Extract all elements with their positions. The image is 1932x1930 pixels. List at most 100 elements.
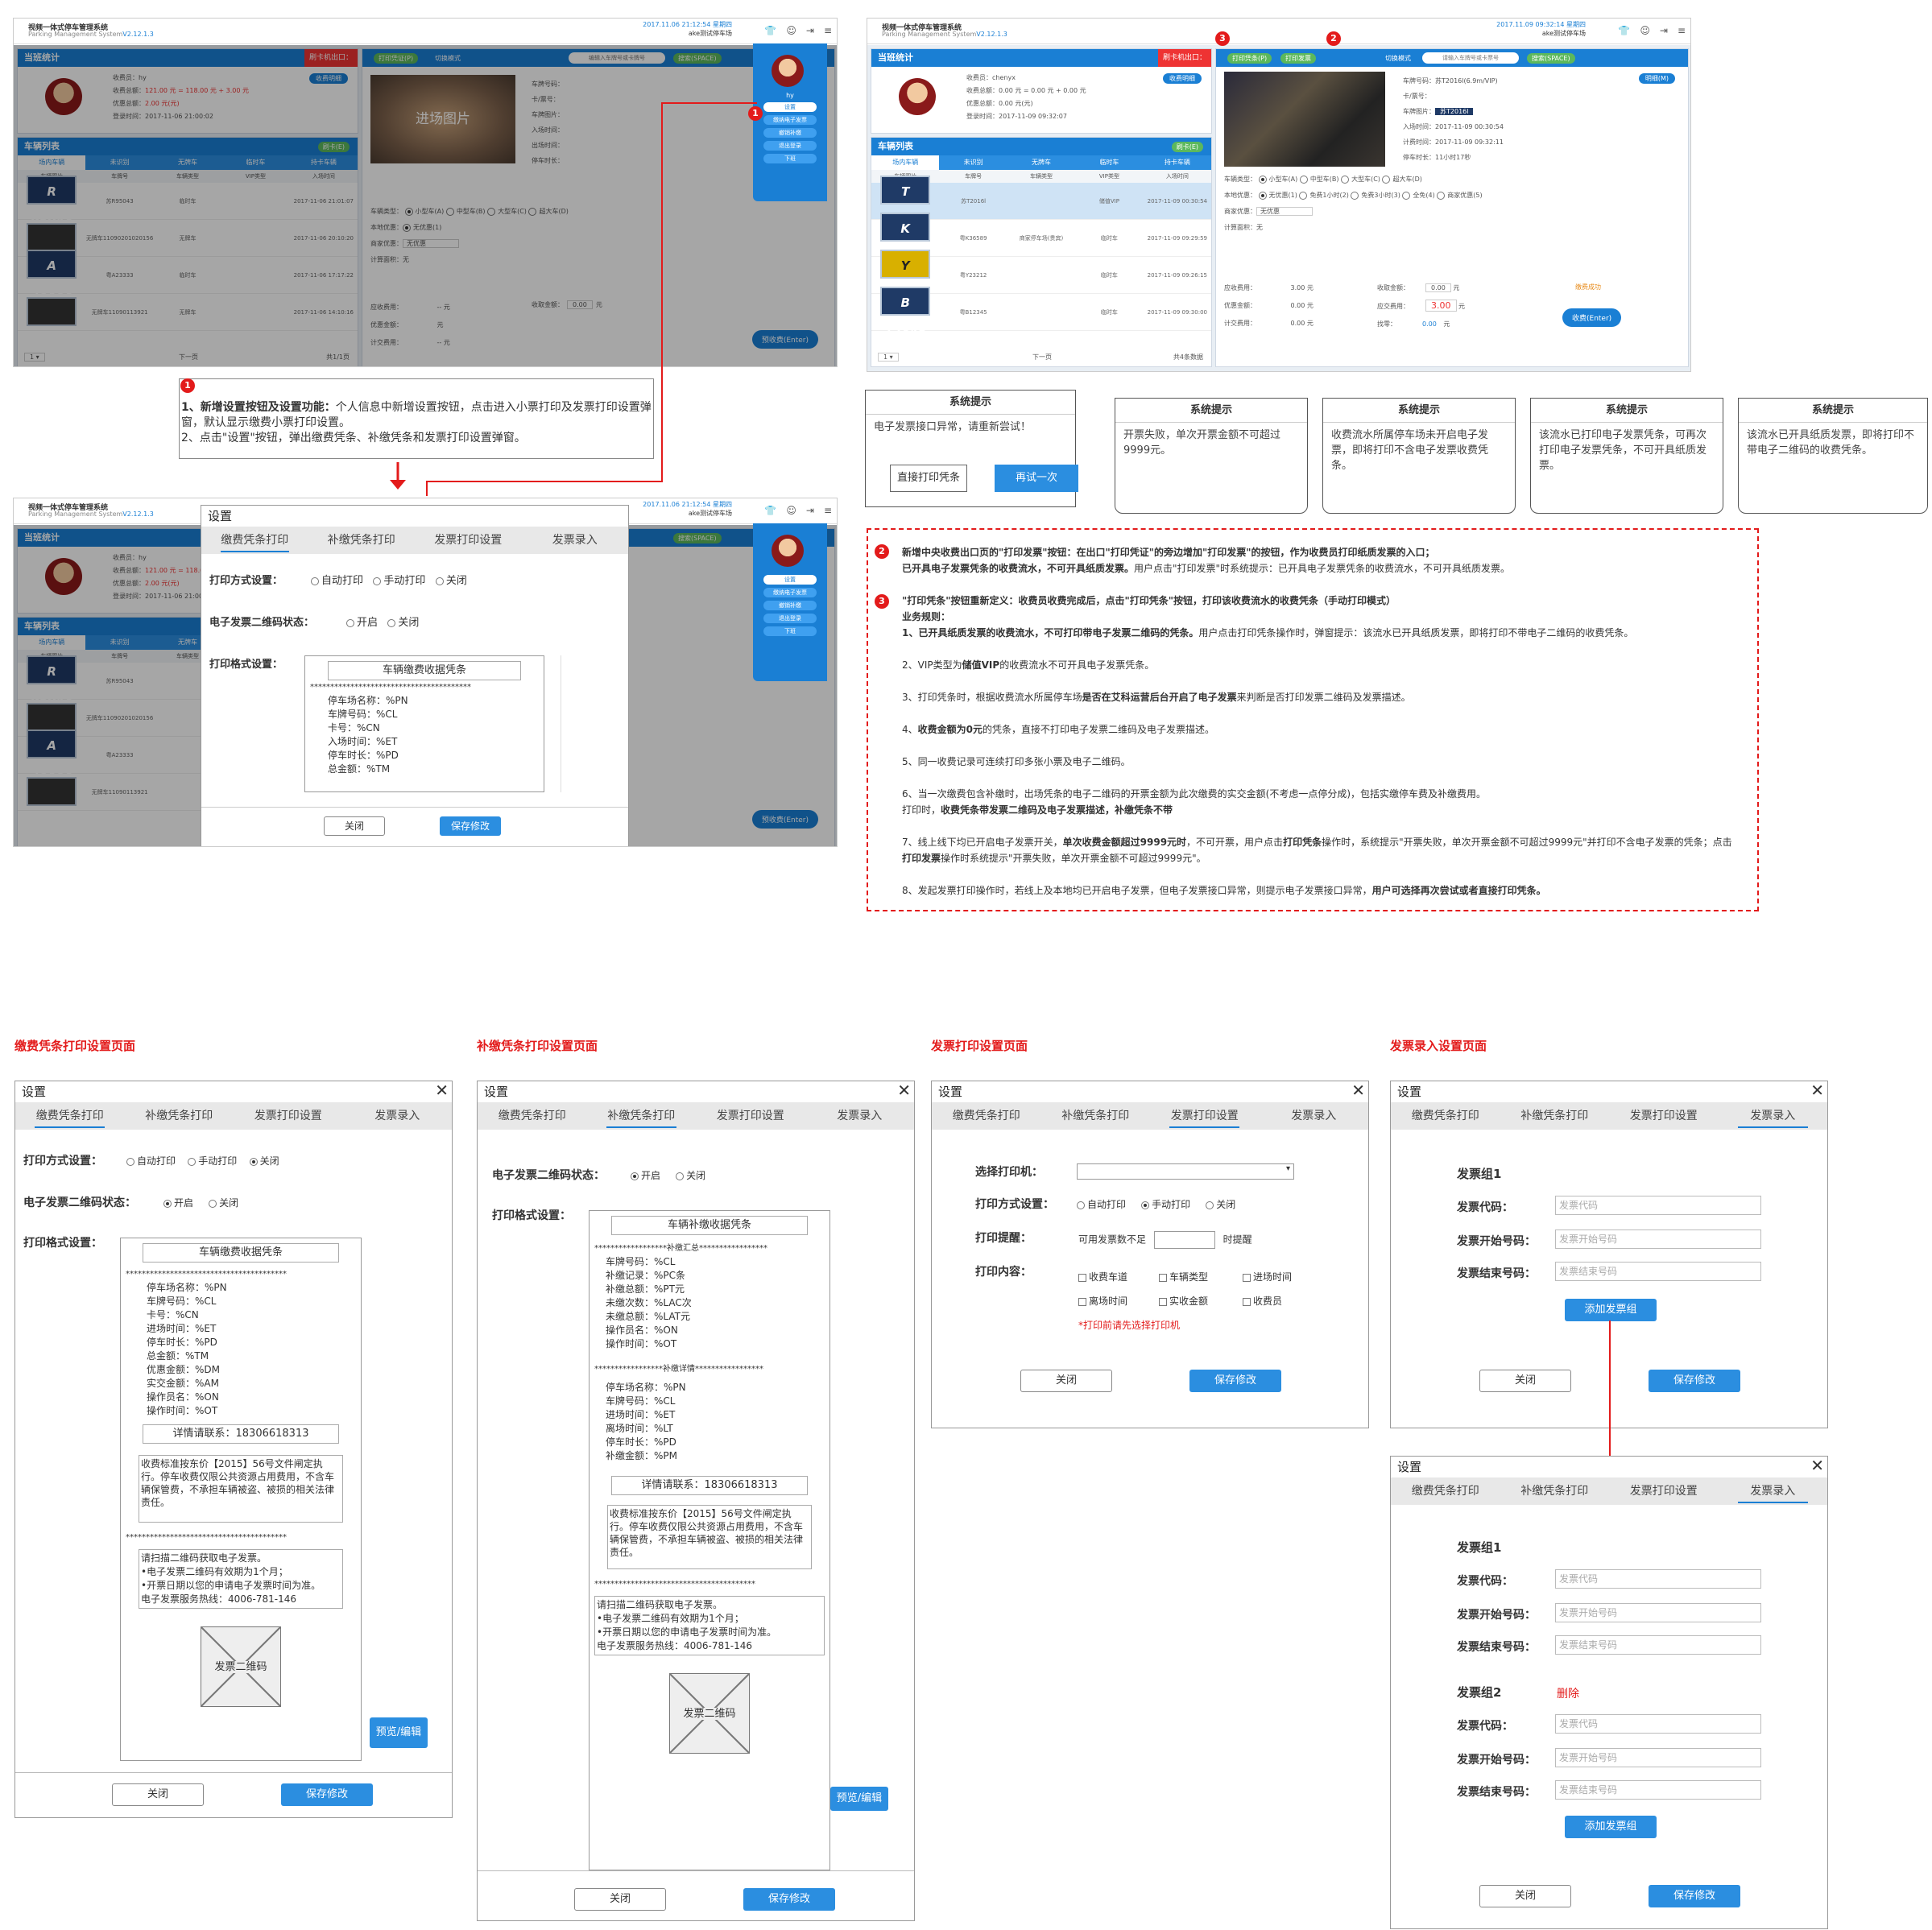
close-icon[interactable]: ✕ <box>1351 1080 1365 1101</box>
tab-invoice-print[interactable]: 发票打印设置 <box>1150 1102 1260 1130</box>
menu-off-duty[interactable]: 下班 <box>763 626 817 636</box>
close-icon[interactable]: ✕ <box>897 1080 911 1101</box>
add-group-button[interactable]: 添加发票组 <box>1565 1299 1657 1321</box>
tab-invoice-print[interactable]: 发票打印设置 <box>1609 1477 1719 1505</box>
close-button[interactable]: 关闭 <box>1479 1885 1571 1907</box>
tab-invoice-entry[interactable]: 发票录入 <box>522 527 629 554</box>
close-icon[interactable]: ✕ <box>1810 1455 1824 1476</box>
start-input-2[interactable]: 发票开始号码 <box>1555 1748 1761 1767</box>
tab-unrecognized[interactable]: 未识别 <box>939 155 1007 170</box>
close-button[interactable]: 关闭 <box>112 1783 204 1806</box>
charge-button[interactable]: 收费(Enter) <box>1562 308 1622 327</box>
tab-payment-receipt[interactable]: 缴费凭条打印 <box>1391 1102 1500 1130</box>
print-invoice-button[interactable]: 打印发票 <box>1280 53 1316 64</box>
shirt-icon[interactable]: 👕 <box>1618 25 1630 36</box>
radio-large[interactable] <box>1341 175 1350 184</box>
remind-input[interactable] <box>1153 1231 1215 1249</box>
tab-invoice-print[interactable]: 发票打印设置 <box>415 527 522 554</box>
radio-off[interactable] <box>1206 1201 1214 1209</box>
save-button[interactable]: 保存修改 <box>1649 1885 1740 1907</box>
end-input[interactable]: 发票结束号码 <box>1555 1635 1761 1655</box>
scrollbar[interactable] <box>561 655 569 792</box>
tab-payment-receipt[interactable]: 缴费凭条打印 <box>15 1102 125 1130</box>
merchant-select[interactable]: 无优惠 <box>1256 207 1313 216</box>
tab-invoice-print[interactable]: 发票打印设置 <box>1609 1102 1719 1130</box>
save-button[interactable]: 保存修改 <box>1649 1370 1740 1392</box>
tab-supplement-receipt[interactable]: 补缴凭条打印 <box>1041 1102 1151 1130</box>
tab-in-lot[interactable]: 场内车辆 <box>871 155 940 170</box>
close-button[interactable]: 关闭 <box>1020 1370 1112 1392</box>
code-input[interactable]: 发票代码 <box>1555 1569 1761 1589</box>
check-lane[interactable] <box>1078 1273 1086 1282</box>
end-input[interactable]: 发票结束号码 <box>1555 1262 1761 1281</box>
tab-invoice-entry[interactable]: 发票录入 <box>805 1102 915 1130</box>
radio-qr-on[interactable] <box>163 1199 172 1208</box>
radio-auto[interactable] <box>1077 1201 1085 1209</box>
radio-small[interactable] <box>1258 175 1267 184</box>
code-input[interactable]: 发票代码 <box>1555 1196 1761 1215</box>
radio-l2[interactable] <box>1299 191 1308 200</box>
radio-manual[interactable] <box>373 577 382 585</box>
preview-edit-button[interactable]: 预览/编辑 <box>370 1717 428 1748</box>
menu-einvoice[interactable]: 缴纳电子发票 <box>763 588 817 597</box>
user-icon[interactable]: ☺ <box>1640 25 1650 36</box>
radio-qr-on[interactable] <box>631 1172 639 1180</box>
swipe-button[interactable]: 刷卡(E) <box>1171 142 1203 152</box>
radio-manual[interactable] <box>188 1157 197 1166</box>
check-cashier[interactable] <box>1243 1297 1251 1306</box>
close-button[interactable]: 关闭 <box>574 1888 666 1911</box>
radio-xlarge[interactable] <box>1382 175 1391 184</box>
menu-icon[interactable]: ≡ <box>1678 25 1686 36</box>
close-button[interactable]: 关闭 <box>324 816 385 836</box>
radio-off[interactable] <box>249 1157 258 1166</box>
radio-qr-off[interactable] <box>209 1199 217 1208</box>
tab-payment-receipt[interactable]: 缴费凭条打印 <box>201 527 308 554</box>
check-paid-amount[interactable] <box>1159 1297 1167 1306</box>
tab-supplement-receipt[interactable]: 补缴凭条打印 <box>308 527 416 554</box>
radio-manual[interactable] <box>1141 1201 1150 1209</box>
start-input[interactable]: 发票开始号码 <box>1555 1603 1761 1622</box>
end-input-2[interactable]: 发票结束号码 <box>1555 1780 1761 1800</box>
add-group-button[interactable]: 添加发票组 <box>1565 1816 1657 1838</box>
tab-supplement-receipt[interactable]: 补缴凭条打印 <box>1500 1477 1610 1505</box>
tab-no-plate[interactable]: 无牌车 <box>1007 155 1075 170</box>
tab-temp[interactable]: 临时车 <box>1075 155 1143 170</box>
save-button[interactable]: 保存修改 <box>281 1783 373 1806</box>
detail-m-button[interactable]: 明细(M) <box>1638 73 1675 84</box>
exit-icon[interactable]: ⇥ <box>806 505 814 516</box>
radio-l1[interactable] <box>1258 191 1267 200</box>
code-input-2[interactable]: 发票代码 <box>1555 1714 1761 1734</box>
tab-supplement-receipt[interactable]: 补缴凭条打印 <box>587 1102 697 1130</box>
delete-group-link[interactable]: 删除 <box>1557 1685 1579 1701</box>
radio-medium[interactable] <box>1299 175 1308 184</box>
radio-auto[interactable] <box>126 1157 134 1166</box>
user-icon[interactable]: ☺ <box>786 505 796 516</box>
save-button[interactable]: 保存修改 <box>1189 1370 1281 1392</box>
menu-revoke[interactable]: 撤销补缴 <box>763 601 817 610</box>
tab-supplement-receipt[interactable]: 补缴凭条打印 <box>125 1102 234 1130</box>
tab-payment-receipt[interactable]: 缴费凭条打印 <box>478 1102 587 1130</box>
printer-select[interactable]: ▾ <box>1077 1163 1294 1180</box>
menu-logout[interactable]: 退出登录 <box>763 614 817 623</box>
tab-invoice-entry[interactable]: 发票录入 <box>343 1102 453 1130</box>
tab-card[interactable]: 持卡车辆 <box>1144 155 1211 170</box>
tab-invoice-print[interactable]: 发票打印设置 <box>696 1102 805 1130</box>
tab-invoice-entry[interactable]: 发票录入 <box>1260 1102 1369 1130</box>
exit-icon[interactable]: ⇥ <box>1660 25 1668 36</box>
menu-icon[interactable]: ≡ <box>824 505 832 516</box>
table-row[interactable]: B 12345 粤B12345 临时车 2017-11-09 09:30:00 <box>871 287 1211 339</box>
tab-payment-receipt[interactable]: 缴费凭条打印 <box>1391 1477 1500 1505</box>
search-button[interactable]: 搜索(SPACE) <box>1527 53 1575 64</box>
print-receipt-button[interactable]: 打印凭条(P) <box>1227 53 1272 64</box>
switch-mode[interactable]: 切换模式 <box>1385 54 1411 63</box>
save-button[interactable]: 保存修改 <box>440 816 501 836</box>
radio-l3[interactable] <box>1351 191 1359 200</box>
radio-qr-off[interactable] <box>676 1172 685 1180</box>
check-exit-time[interactable] <box>1078 1297 1086 1306</box>
close-button[interactable]: 关闭 <box>1479 1370 1571 1392</box>
pager-next[interactable]: 下一页 <box>1032 353 1052 362</box>
tab-invoice-entry[interactable]: 发票录入 <box>1719 1102 1828 1130</box>
tab-payment-receipt[interactable]: 缴费凭条打印 <box>932 1102 1041 1130</box>
radio-qr-off[interactable] <box>387 618 396 627</box>
radio-l4[interactable] <box>1402 191 1411 200</box>
